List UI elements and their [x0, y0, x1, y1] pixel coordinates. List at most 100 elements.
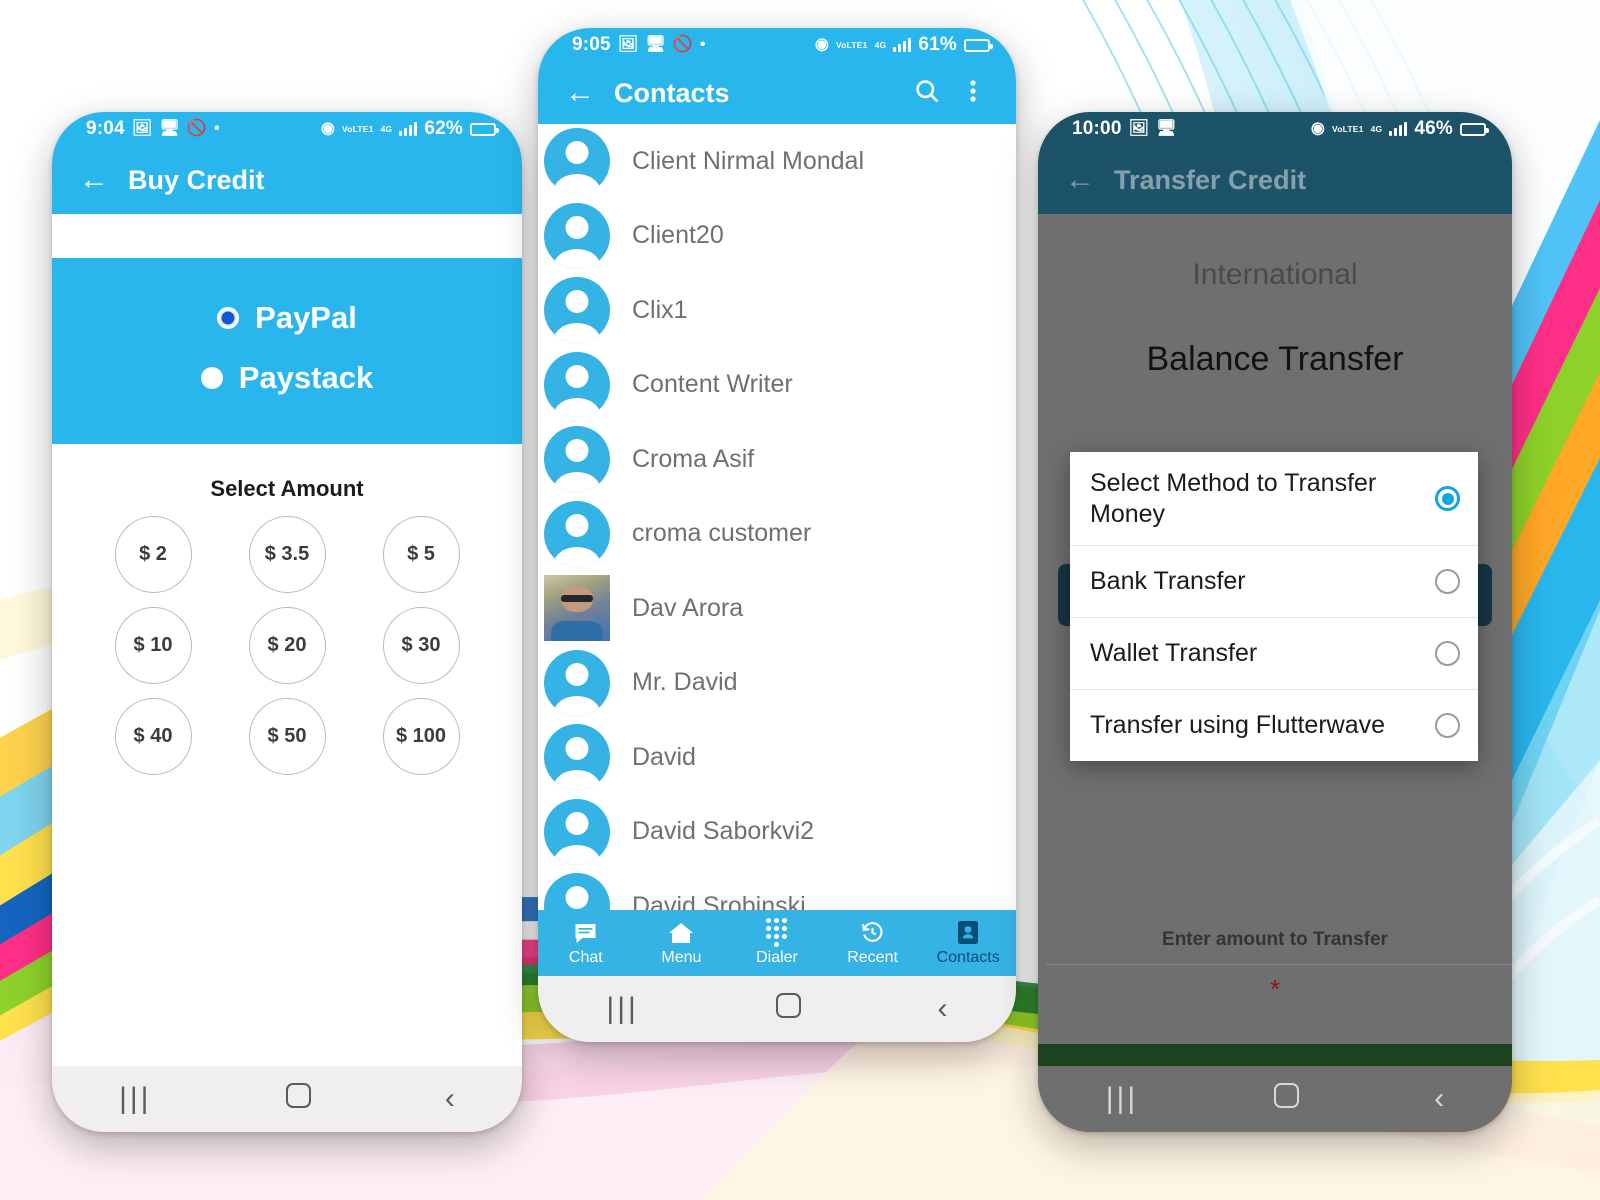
- amount-button[interactable]: $ 40: [114, 698, 192, 775]
- list-item[interactable]: David Saborkvi2: [538, 795, 1016, 870]
- chat-icon: [573, 920, 598, 946]
- payment-method-group: PayPal Paystack: [52, 258, 522, 444]
- amount-button[interactable]: $ 20: [248, 607, 326, 684]
- battery-icon: [470, 122, 499, 136]
- tab-chat[interactable]: Chat: [538, 910, 634, 976]
- amount-button[interactable]: $ 100: [382, 698, 460, 775]
- home-icon: [668, 920, 694, 946]
- status-right: ◉ VoLTE1 4G 46%: [1311, 118, 1489, 140]
- radio-selected-icon[interactable]: [217, 307, 240, 329]
- back-nav-icon[interactable]: ‹: [938, 992, 948, 1026]
- tab-label: Dialer: [756, 948, 798, 966]
- page-title: Contacts: [614, 77, 730, 108]
- required-marker: *: [1269, 974, 1281, 1004]
- tab-recent[interactable]: Recent: [825, 910, 921, 976]
- more-vertical-icon[interactable]: [950, 77, 996, 110]
- paystack-label: Paystack: [238, 360, 374, 395]
- list-item[interactable]: Client20: [538, 199, 1016, 274]
- avatar: [544, 500, 610, 567]
- dnd-icon: 🚫: [186, 120, 207, 137]
- back-icon[interactable]: ←: [72, 165, 116, 195]
- phone1-app-bar: ← Buy Credit: [52, 146, 522, 214]
- back-icon[interactable]: ←: [1058, 165, 1102, 195]
- amount-button[interactable]: $ 10: [114, 607, 192, 684]
- list-item[interactable]: David Srobinski: [538, 869, 1016, 910]
- radio-unselected-icon[interactable]: [200, 367, 223, 389]
- signal-icon: [893, 38, 912, 52]
- page-title: Transfer Credit: [1114, 164, 1307, 195]
- payment-option-paystack[interactable]: Paystack: [52, 348, 522, 408]
- search-icon[interactable]: [904, 77, 950, 110]
- list-item[interactable]: Client Nirmal Mondal: [538, 124, 1016, 199]
- recents-icon[interactable]: |||: [1106, 1082, 1138, 1116]
- amount-button[interactable]: $ 2: [114, 516, 192, 593]
- amount-button[interactable]: $ 30: [382, 607, 460, 684]
- amount-button[interactable]: $ 50: [248, 698, 326, 775]
- contact-name: David Saborkvi2: [632, 817, 815, 846]
- home-icon[interactable]: [775, 992, 801, 1026]
- contact-name: croma customer: [632, 519, 812, 548]
- dialog-option-flutterwave[interactable]: Transfer using Flutterwave: [1070, 689, 1478, 761]
- list-item[interactable]: Content Writer: [538, 348, 1016, 423]
- select-method-dialog[interactable]: Select Method to Transfer Money Bank Tra…: [1070, 452, 1478, 761]
- radio-unselected-icon[interactable]: [1435, 713, 1460, 738]
- phone2-status-bar: 9:05 🖼 🖥 🚫 • ◉ VoLTE1 4G 61%: [538, 28, 1016, 62]
- status-time: 9:05: [572, 34, 611, 55]
- tab-label: Menu: [661, 948, 702, 966]
- payment-option-paypal[interactable]: PayPal: [52, 288, 522, 348]
- avatar: [544, 426, 610, 493]
- phone3-android-nav: ||| ‹: [1038, 1066, 1512, 1132]
- signal-icon: [1389, 122, 1408, 136]
- avatar: [544, 873, 610, 910]
- option-label: Wallet Transfer: [1090, 639, 1258, 668]
- radio-unselected-icon[interactable]: [1435, 641, 1460, 666]
- avatar: [544, 798, 610, 865]
- hotspot-icon: ◉: [814, 36, 830, 53]
- avatar: [544, 724, 610, 791]
- amount-button[interactable]: $ 5: [382, 516, 460, 593]
- network-gen-label: 4G: [380, 123, 393, 134]
- battery-icon: [964, 38, 993, 52]
- image-icon: 🖼: [131, 120, 153, 137]
- list-item[interactable]: Clix1: [538, 273, 1016, 348]
- back-nav-icon[interactable]: ‹: [1434, 1082, 1444, 1116]
- list-item[interactable]: David: [538, 720, 1016, 795]
- volte-label: VoLTE1: [342, 123, 374, 134]
- list-item[interactable]: Croma Asif: [538, 422, 1016, 497]
- contact-name: Mr. David: [632, 668, 738, 697]
- image-icon: 🖼: [617, 36, 639, 53]
- list-item[interactable]: Mr. David: [538, 646, 1016, 721]
- recents-icon[interactable]: |||: [119, 1082, 151, 1116]
- recents-icon[interactable]: |||: [606, 992, 638, 1026]
- history-icon: [860, 920, 885, 946]
- radio-unselected-icon[interactable]: [1435, 569, 1460, 594]
- list-item[interactable]: croma customer: [538, 497, 1016, 572]
- volte-icon: VoLTE1: [1332, 125, 1364, 134]
- network-gen-icon: 4G: [1371, 125, 1383, 134]
- tab-contacts[interactable]: Contacts: [920, 910, 1016, 976]
- contact-name: David: [632, 742, 696, 771]
- back-nav-icon[interactable]: ‹: [445, 1082, 455, 1116]
- status-left: 9:05 🖼 🖥 🚫 •: [572, 34, 706, 56]
- contacts-list[interactable]: Client Nirmal Mondal Client20 Clix1 Cont…: [538, 124, 1016, 910]
- dialog-option-bank-transfer[interactable]: Bank Transfer: [1070, 545, 1478, 617]
- dot-icon: •: [699, 36, 706, 53]
- status-left: 9:04 🖼 🖥 🚫 •: [86, 118, 220, 140]
- dialog-option-wallet-transfer[interactable]: Wallet Transfer: [1070, 617, 1478, 689]
- list-item[interactable]: Dav Arora: [538, 571, 1016, 646]
- buy-credit-body: PayPal Paystack Select Amount $ 2 $ 3.5 …: [52, 214, 522, 1066]
- tab-menu[interactable]: Menu: [634, 910, 730, 976]
- option-label: Transfer using Flutterwave: [1090, 711, 1386, 740]
- phone-contacts: 9:05 🖼 🖥 🚫 • ◉ VoLTE1 4G 61% ← Contacts …: [538, 28, 1016, 1042]
- back-icon[interactable]: ←: [558, 78, 602, 108]
- dialog-option-select-method[interactable]: Select Method to Transfer Money: [1070, 452, 1478, 545]
- network-gen-icon: 4G: [380, 123, 393, 134]
- volte-label: VoLTE1: [836, 39, 868, 50]
- image-icon: 🖼: [1128, 120, 1150, 137]
- radio-selected-icon[interactable]: [1435, 486, 1460, 511]
- tab-dialer[interactable]: Dialer: [729, 910, 825, 976]
- home-icon[interactable]: [285, 1082, 311, 1116]
- amount-button[interactable]: $ 3.5: [248, 516, 326, 593]
- contact-name: Clix1: [632, 295, 688, 324]
- home-icon[interactable]: [1273, 1082, 1299, 1116]
